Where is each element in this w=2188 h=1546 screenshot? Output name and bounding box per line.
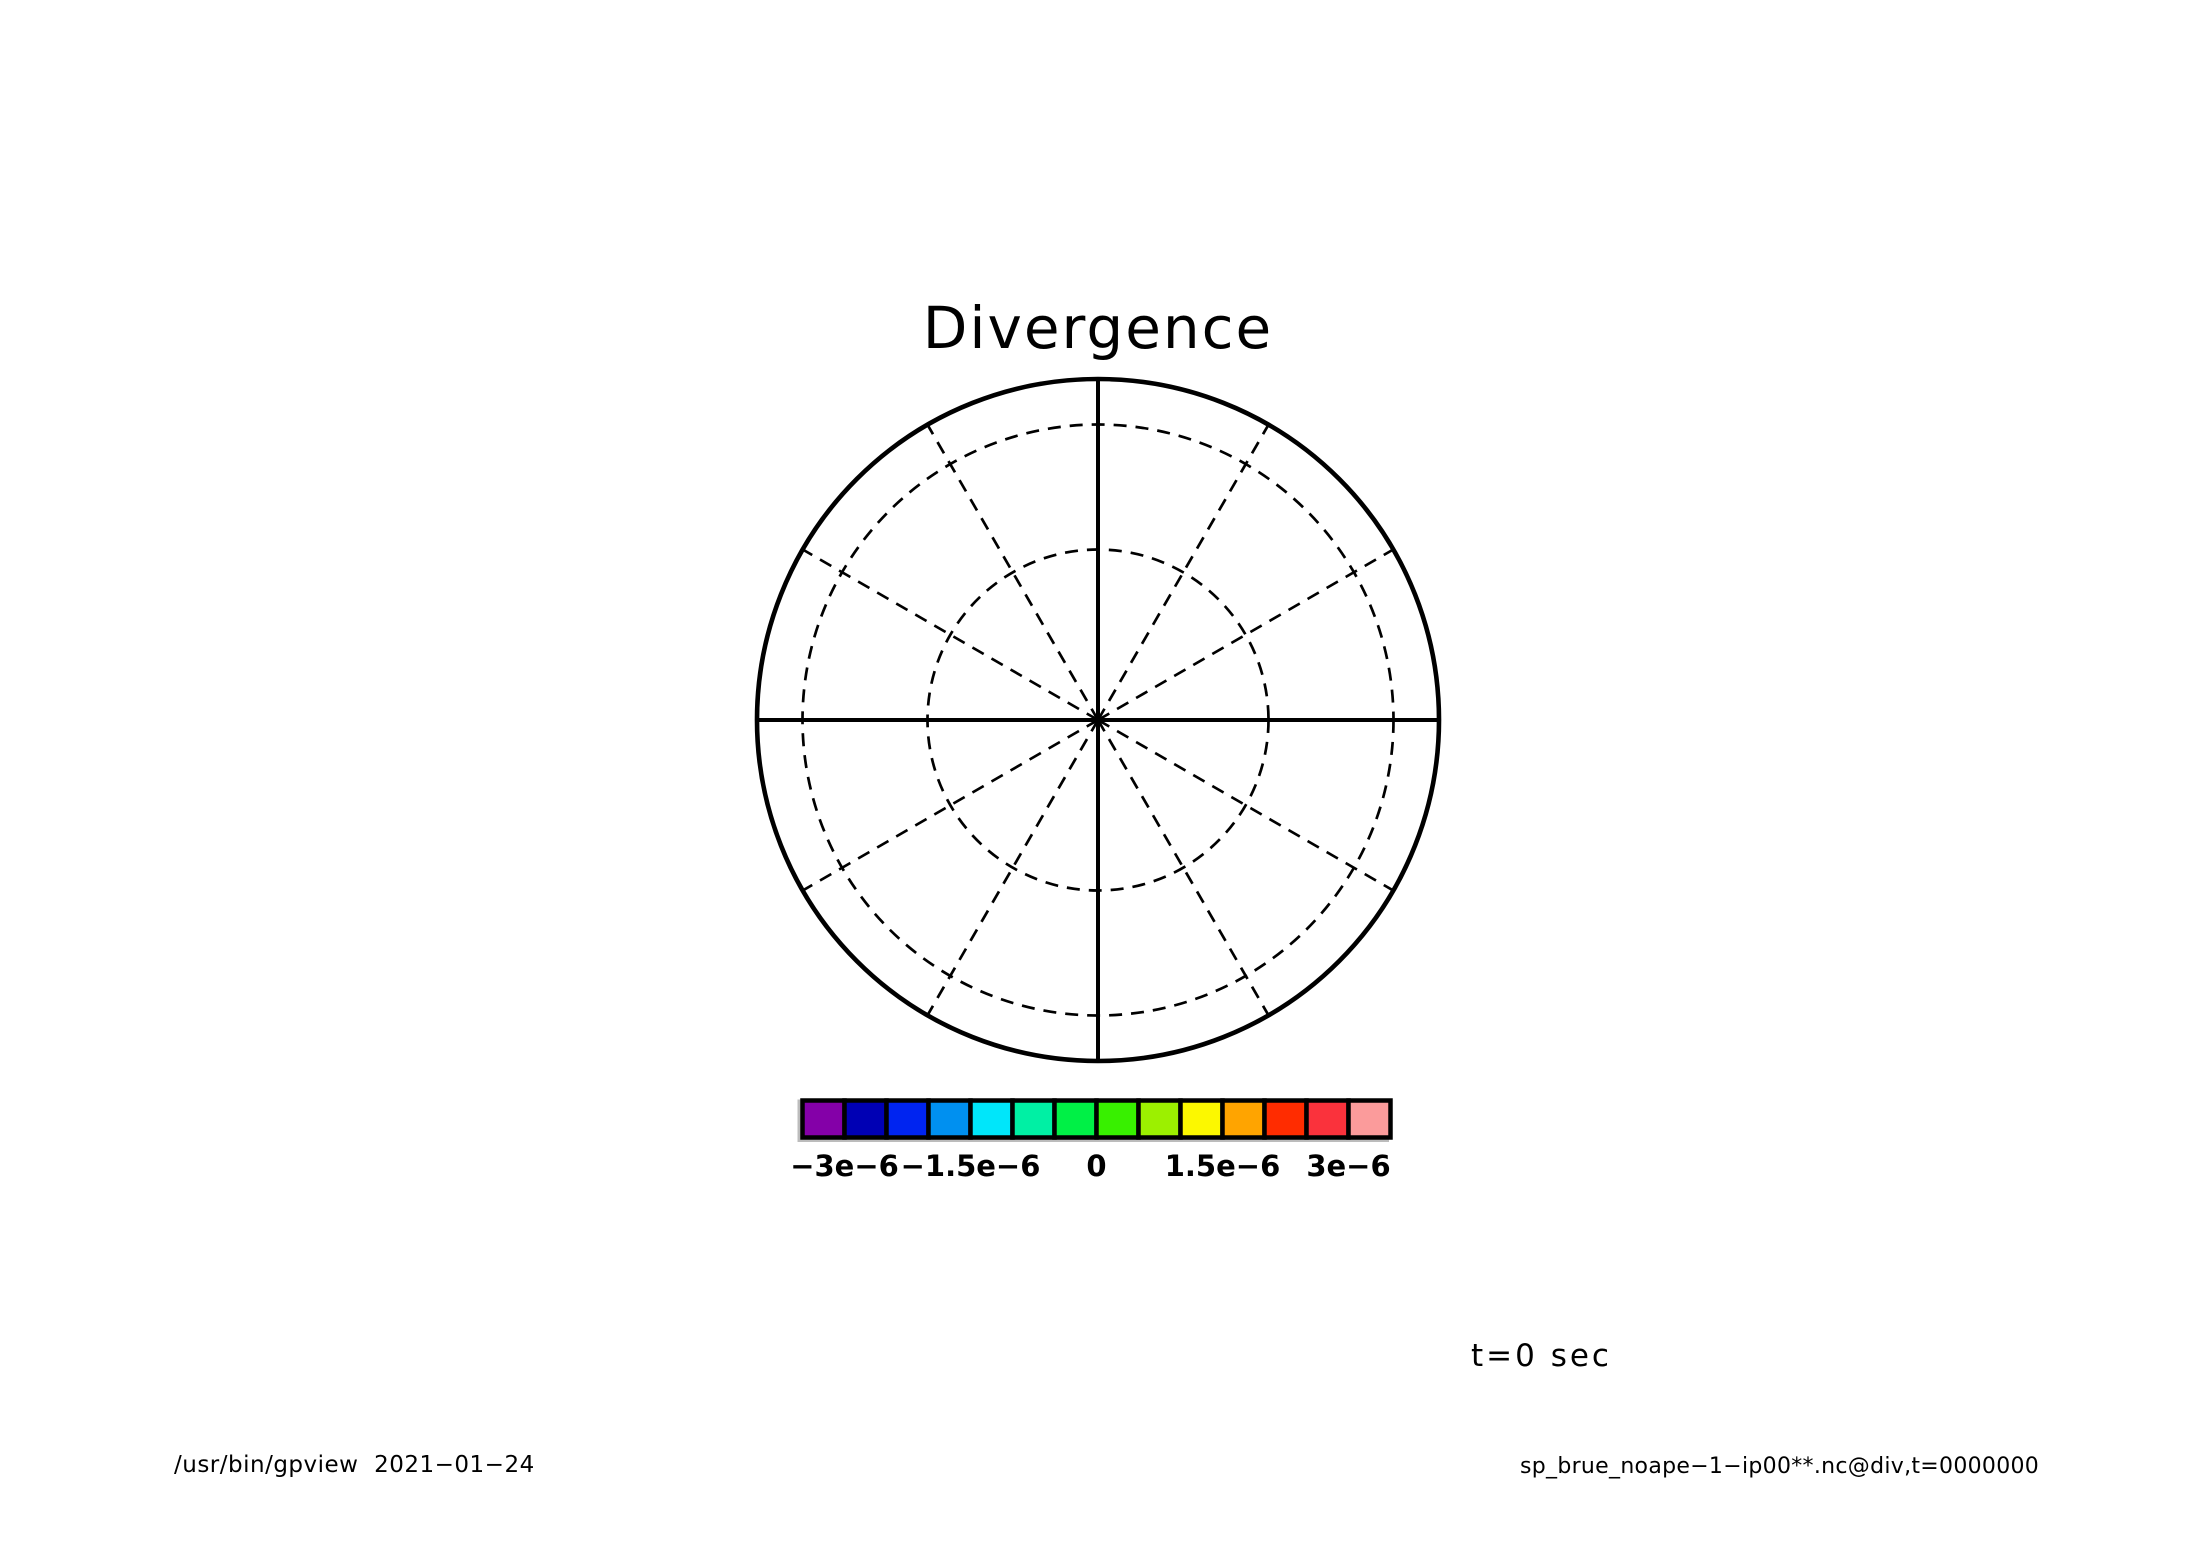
meridian-lines-solid bbox=[757, 379, 1439, 1061]
colorbar-tick-neg1p5e6: −1.5e−6 bbox=[901, 1149, 1041, 1183]
time-annotation: t=0 sec bbox=[1471, 1338, 1612, 1374]
colorbar-level-box bbox=[803, 1101, 845, 1138]
colorbar-tick-1p5e6: 1.5e−6 bbox=[1165, 1149, 1281, 1183]
colorbar-tick-zero: 0 bbox=[1086, 1149, 1106, 1183]
colorbar-level-box bbox=[1013, 1101, 1055, 1138]
colorbar-level-box bbox=[1181, 1101, 1223, 1138]
footer-command-date: /usr/bin/gpview 2021−01−24 bbox=[174, 1452, 535, 1478]
colorbar-level-box bbox=[929, 1101, 971, 1138]
colorbar-level-box bbox=[1349, 1101, 1391, 1138]
colorbar-level-box bbox=[971, 1101, 1013, 1138]
colorbar bbox=[803, 1101, 1391, 1138]
colorbar-level-box bbox=[1055, 1101, 1097, 1138]
colorbar-level-box bbox=[1139, 1101, 1181, 1138]
gpview-plot-canvas: Divergence −3e−6 bbox=[0, 0, 2188, 1546]
polar-plot bbox=[0, 0, 2188, 1546]
footer-source-file: sp_brue_noape−1−ip00**.nc@div,t=0000000 bbox=[1520, 1454, 2039, 1479]
colorbar-level-box bbox=[1223, 1101, 1265, 1138]
colorbar-tick-3e6: 3e−6 bbox=[1306, 1149, 1390, 1183]
colorbar-level-box bbox=[1265, 1101, 1307, 1138]
colorbar-level-box bbox=[887, 1101, 929, 1138]
colorbar-level-box bbox=[1097, 1101, 1139, 1138]
colorbar-tick-neg3e6: −3e−6 bbox=[790, 1149, 899, 1183]
colorbar-level-box bbox=[1307, 1101, 1349, 1138]
colorbar-level-box bbox=[845, 1101, 887, 1138]
